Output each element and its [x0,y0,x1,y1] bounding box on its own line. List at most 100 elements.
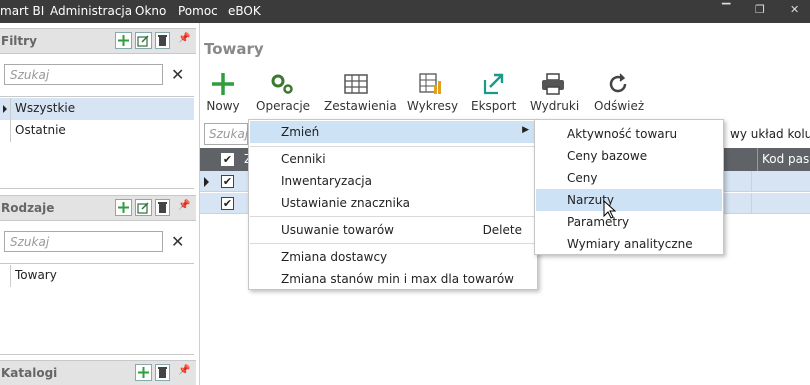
menu-item-zmien[interactable]: Zmień ▶ [250,121,536,143]
trash-icon [158,202,167,213]
menu-item-inwentaryzacja[interactable]: Inwentaryzacja [250,170,536,192]
filter-item-wszystkie[interactable]: Wszystkie [0,98,194,120]
delete-type-button[interactable] [155,199,170,216]
refresh-button[interactable]: Odśwież [594,69,645,113]
export-icon [483,73,504,95]
delete-catalog-button[interactable] [155,364,170,381]
types-clear-icon[interactable]: ✕ [171,232,184,251]
menu-item-label: Usuwanie towarów [281,223,394,237]
types-panel-header: Rodzaje 📌 [0,195,196,221]
table-icon [344,74,368,94]
export-button[interactable]: Eksport [471,69,517,113]
filter-item-ostatnie[interactable]: Ostatnie [0,120,194,142]
new-button[interactable]: Nowy [206,69,240,113]
menu-item-usuwanie-towarow[interactable]: Usuwanie towarów Delete [250,219,536,241]
filters-search-placeholder: Szukaj [10,68,50,82]
types-list: Towary [0,263,194,355]
row-checkbox[interactable]: ✔ [221,175,234,188]
pin-icon[interactable]: 📌 [178,365,190,376]
grid-search-input[interactable]: Szukaj [204,123,248,145]
submenu-item-label: Wymiary analityczne [567,237,693,251]
reports-button[interactable]: Zestawienia [324,69,397,113]
row-indicator [0,98,11,120]
pin-icon[interactable]: 📌 [178,33,190,44]
prints-label: Wydruki [530,99,580,113]
filter-label: Ostatnie [15,123,66,137]
type-label: Towary [15,268,57,282]
submenu-item-narzuty[interactable]: Narzuty [536,189,722,211]
types-search-input[interactable]: Szukaj [4,231,163,252]
page-title: Towary [204,40,264,58]
add-catalog-button[interactable] [135,364,152,381]
new-label: Nowy [206,99,240,113]
edit-filter-button[interactable] [135,32,152,49]
menu-item-label: Cenniki [281,152,326,166]
menu-item-shortcut: Delete [482,223,522,237]
type-item-towary[interactable]: Towary [0,265,194,287]
pin-icon[interactable]: 📌 [178,200,190,211]
menu-item-cenniki[interactable]: Cenniki [250,148,536,170]
filters-title: Filtry [1,34,37,48]
edit-icon [137,202,149,214]
menu-administracja[interactable]: Administracja [50,4,132,18]
grid-column-barcode[interactable]: Kod pasko [757,148,810,171]
menu-bar: mart BI Administracja Okno Pomoc eBOK ▔ … [0,0,810,23]
refresh-icon [609,73,627,93]
submenu-item-label: Ceny bazowe [567,149,648,163]
catalogs-title: Katalogi [1,366,58,380]
submenu-item-label: Ceny [567,171,598,185]
menu-item-label: Ustawianie znacznika [281,196,410,210]
prints-button[interactable]: Wydruki [530,69,580,113]
filters-search-input[interactable]: Szukaj [4,64,163,85]
row-pointer-icon [204,177,209,187]
filters-panel-header: Filtry 📌 [0,28,196,54]
plus-icon [138,367,149,378]
menu-item-label: Inwentaryzacja [281,174,372,188]
operations-label: Operacje [256,99,311,113]
plus-icon [118,202,129,213]
chart-icon [419,73,441,94]
restore-icon[interactable]: ❐ [755,3,765,16]
minimize-icon[interactable]: ▔ [722,3,730,16]
submenu-item-parametry[interactable]: Parametry [536,211,722,233]
submenu-item-label: Parametry [567,215,630,229]
filters-list: Wszystkie Ostatnie [0,96,194,189]
menu-item-zmiana-stanow[interactable]: Zmiana stanów min i max dla towarów [250,268,536,290]
add-type-button[interactable] [115,199,132,216]
row-indicator [0,120,11,142]
submenu-item-label: Aktywność towaru [567,127,678,141]
filters-clear-icon[interactable]: ✕ [171,65,184,84]
menu-item-label: Zmiana dostawcy [281,250,388,264]
charts-button[interactable]: Wykresy [407,69,458,113]
export-label: Eksport [471,99,517,113]
delete-filter-button[interactable] [155,32,170,49]
reports-label: Zestawienia [324,99,397,113]
menu-okno[interactable]: Okno [135,4,166,18]
refresh-label: Odśwież [594,99,645,113]
menu-pomoc[interactable]: Pomoc [178,4,218,18]
add-filter-button[interactable] [115,32,132,49]
submenu-item-wymiary[interactable]: Wymiary analityczne [536,233,722,255]
select-all-checkbox[interactable]: ✔ [221,153,234,166]
menu-item-ustawianie-znacznika[interactable]: Ustawianie znacznika [250,192,536,214]
edit-type-button[interactable] [135,199,152,216]
row-indicator [0,265,11,287]
plus-icon [212,73,234,95]
menu-ebok[interactable]: eBOK [228,4,261,18]
trash-icon [158,367,167,378]
left-sidebar: Filtry 📌 Szukaj ✕ Wszystkie Ostatnie Rod… [0,23,200,385]
submenu-item-aktywnosc[interactable]: Aktywność towaru [536,123,722,145]
menu-smart-bi[interactable]: mart BI [0,4,44,18]
menu-item-label: Zmiana stanów min i max dla towarów [281,272,514,286]
row-checkbox[interactable]: ✔ [221,197,234,210]
column-layout-link[interactable]: wy układ kolumn [730,127,810,141]
operations-button[interactable]: Operacje [256,69,311,113]
close-window-icon[interactable]: ✕ [790,3,799,16]
submenu-item-ceny[interactable]: Ceny [536,167,722,189]
menu-item-zmiana-dostawcy[interactable]: Zmiana dostawcy [250,246,536,268]
mouse-cursor-icon [603,200,617,219]
submenu-item-ceny-bazowe[interactable]: Ceny bazowe [536,145,722,167]
edit-icon [137,35,149,47]
catalogs-panel-header: Katalogi 📌 [0,360,196,385]
grid-search-placeholder: Szukaj [209,127,249,141]
